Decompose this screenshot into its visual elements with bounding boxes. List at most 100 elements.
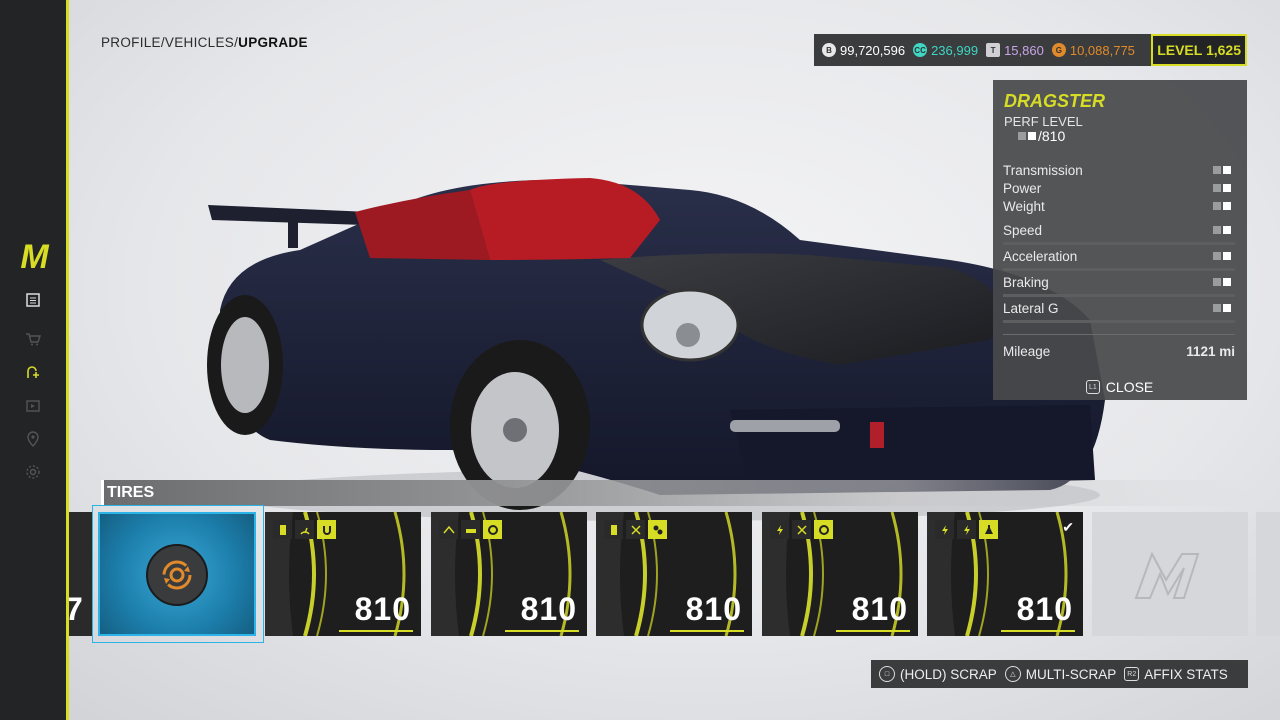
stat-label: Transmission <box>1003 163 1083 178</box>
stat-label: Lateral G <box>1003 301 1059 316</box>
perf-level-value: /810 <box>1018 128 1065 144</box>
value-underline <box>1001 630 1075 632</box>
mileage-row: Mileage 1121 mi <box>1003 344 1235 359</box>
value-underline <box>670 630 744 632</box>
token-currency: T 15,860 <box>986 43 1044 58</box>
stat-label: Weight <box>1003 199 1045 214</box>
cc-value: 236,999 <box>931 42 979 58</box>
tire-card-value: 810 <box>851 591 908 627</box>
panel-divider <box>1003 334 1235 335</box>
stat-weight: Weight <box>1003 199 1235 214</box>
cc-icon: CC <box>913 43 928 57</box>
stat-label: Braking <box>1003 275 1049 290</box>
tires-label: TIRES <box>107 484 155 501</box>
bolt-icon <box>770 520 789 539</box>
stat-lateral-g: Lateral G <box>1003 301 1235 323</box>
stat-bar <box>1003 268 1235 271</box>
game-logo: M <box>20 238 48 276</box>
stat-power: Power <box>1003 181 1235 196</box>
flask-icon <box>979 520 998 539</box>
stat-squares <box>1213 226 1233 234</box>
tire-card-3[interactable]: 810 <box>596 512 752 636</box>
close-button[interactable]: L1 CLOSE <box>1086 379 1153 395</box>
perf-square-icon <box>1028 132 1036 140</box>
stat-squares <box>1213 278 1233 286</box>
value-underline <box>836 630 910 632</box>
tire-perk-icons <box>604 520 667 539</box>
tire-card-5[interactable]: ✔ 810 <box>927 512 1083 636</box>
turbo-icon <box>483 520 502 539</box>
stat-label: Speed <box>1003 223 1043 238</box>
bolt-icon <box>935 520 954 539</box>
tire-card-partial[interactable]: 7 <box>69 512 93 636</box>
magnet-icon <box>317 520 336 539</box>
breadcrumb-path[interactable]: PROFILE/VEHICLES/ <box>101 35 238 50</box>
currency-bar: B 99,720,596 CC 236,999 T 15,860 G 10,08… <box>814 34 1247 66</box>
gears-icon <box>648 520 667 539</box>
stat-squares <box>1213 202 1233 210</box>
empty-tire-slot-edge <box>1256 512 1280 636</box>
cc-currency: CC 236,999 <box>913 43 978 58</box>
turbo-icon <box>814 520 833 539</box>
speed-icon <box>439 520 458 539</box>
scrap-tire-card[interactable] <box>98 512 256 636</box>
vehicle-info-panel: DRAGSTER PERF LEVEL /810 Transmission Po… <box>993 80 1247 400</box>
multi-scrap-action[interactable]: △ MULTI-SCRAP <box>1004 666 1116 682</box>
tire-perk-icons <box>439 520 502 539</box>
breadcrumb: PROFILE/VEHICLES/UPGRADE <box>101 35 308 50</box>
action-bar: □ (HOLD) SCRAP △ MULTI-SCRAP R2 AFFIX ST… <box>871 660 1248 688</box>
stat-transmission: Transmission <box>1003 163 1235 178</box>
gold-currency: G 10,088,775 <box>1051 42 1135 58</box>
gold-value: 10,088,775 <box>1069 42 1135 58</box>
breadcrumb-current: UPGRADE <box>238 35 308 50</box>
fuel-icon <box>273 520 292 539</box>
scrap-label: (HOLD) SCRAP <box>900 666 997 682</box>
equipped-check-icon: ✔ <box>1062 519 1074 535</box>
empty-tire-slot <box>1092 512 1248 636</box>
xp-icon <box>792 520 811 539</box>
cart-icon[interactable] <box>23 329 43 349</box>
stat-speed: Speed <box>1003 223 1235 245</box>
tire-card-value: 810 <box>1016 591 1073 627</box>
garage-icon[interactable] <box>23 363 43 383</box>
tire-card-value: 7 <box>69 591 83 627</box>
tires-header-accent <box>101 480 104 506</box>
gear-icon[interactable] <box>23 462 43 482</box>
affix-stats-action[interactable]: R2 AFFIX STATS <box>1124 666 1228 682</box>
car-name: DRAGSTER <box>1004 91 1106 111</box>
square-button-icon: □ <box>879 666 895 682</box>
tire-card-value: 810 <box>354 591 411 627</box>
bolt-icon <box>957 520 976 539</box>
menu-icon[interactable] <box>23 290 43 310</box>
fuel-icon <box>604 520 623 539</box>
tire-card-2[interactable]: 810 <box>431 512 587 636</box>
video-icon[interactable] <box>23 396 43 416</box>
value-underline <box>505 630 579 632</box>
tire-perk-icons <box>770 520 833 539</box>
mileage-label: Mileage <box>1003 344 1051 359</box>
stat-braking: Braking <box>1003 275 1235 297</box>
ticket-icon: T <box>986 43 1001 57</box>
map-pin-icon[interactable] <box>23 429 43 449</box>
car-icon <box>461 520 480 539</box>
tire-card-1[interactable]: 810 <box>265 512 421 636</box>
stat-label: Power <box>1003 181 1042 196</box>
l1-button-icon: L1 <box>1086 380 1100 394</box>
scrap-action[interactable]: □ (HOLD) SCRAP <box>879 666 997 682</box>
gold-coin-icon: G <box>1051 43 1066 57</box>
bank-coin-icon: B <box>822 43 836 57</box>
mileage-value: 1121 mi <box>1186 344 1235 359</box>
tire-card-4[interactable]: 810 <box>762 512 918 636</box>
perf-max: /810 <box>1038 128 1066 144</box>
level-badge: LEVEL 1,625 <box>1151 34 1247 66</box>
sidebar <box>0 0 66 720</box>
perf-square-icon <box>1018 132 1026 140</box>
stat-squares <box>1213 184 1233 192</box>
affix-stats-label: AFFIX STATS <box>1144 666 1228 682</box>
perf-level-label: PERF LEVEL <box>1004 114 1083 129</box>
stat-squares <box>1213 252 1233 260</box>
m-logo-watermark-icon <box>1134 551 1200 599</box>
stat-label: Acceleration <box>1003 249 1078 264</box>
recycle-icon <box>146 544 208 606</box>
tire-perk-icons <box>273 520 336 539</box>
